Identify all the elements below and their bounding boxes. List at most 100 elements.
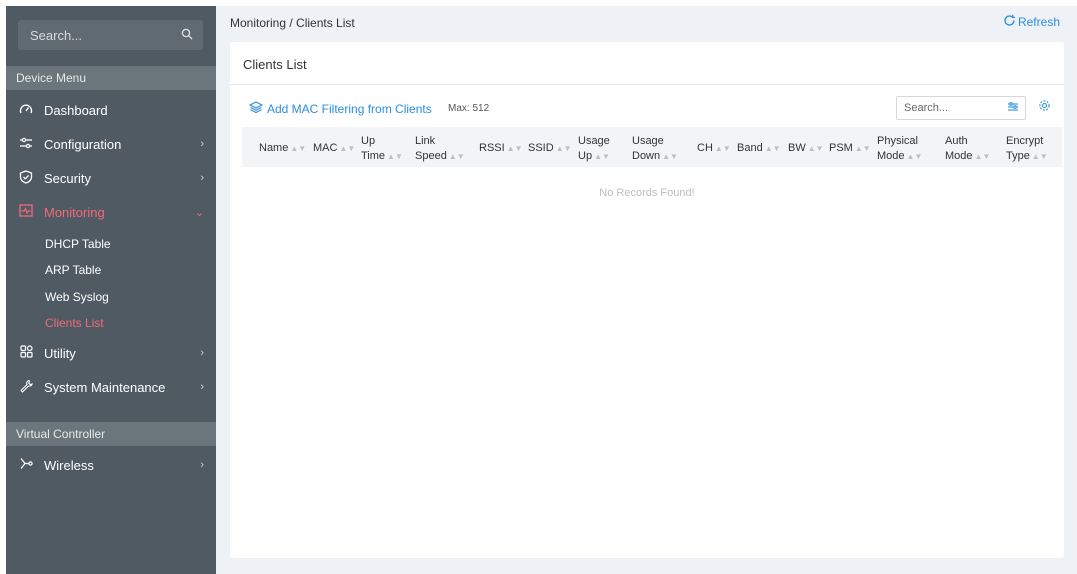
sidebar-item-monitoring[interactable]: Monitoring ⌄: [6, 197, 216, 227]
col-label: CH: [697, 142, 713, 154]
breadcrumb: Monitoring / Clients List: [230, 16, 355, 30]
sidebar-item-security[interactable]: Security ›: [6, 163, 216, 193]
search-icon[interactable]: [181, 28, 193, 43]
sidebar-item-system-maintenance[interactable]: System Maintenance ›: [6, 372, 216, 402]
col-ch[interactable]: CH ▲▼: [697, 141, 731, 156]
col-label: BW: [788, 142, 806, 154]
col-encrypt-type[interactable]: Encrypt Type ▲▼: [1006, 134, 1048, 164]
col-label: MAC: [313, 142, 338, 154]
chevron-right-icon: ›: [200, 172, 204, 184]
col-label: PSM: [829, 142, 853, 154]
table-search-input[interactable]: Search...: [896, 96, 1026, 120]
sort-icon: ▲▼: [339, 144, 356, 153]
section-virtual-controller: Virtual Controller: [6, 422, 216, 446]
chevron-right-icon: ›: [200, 381, 204, 393]
col-bw[interactable]: BW ▲▼: [788, 141, 824, 156]
add-mac-filtering-button[interactable]: Add MAC Filtering from Clients: [248, 101, 432, 116]
col-ssid[interactable]: SSID ▲▼: [528, 141, 572, 156]
col-label-2: Up: [578, 149, 593, 162]
sort-icon: ▲▼: [594, 151, 610, 161]
wrench-icon: [18, 379, 34, 396]
sidebar-item-label: Utility: [44, 345, 76, 361]
sidebar-subitem-dhcp-table[interactable]: DHCP Table: [45, 237, 111, 251]
col-label-2: Down: [632, 149, 661, 162]
col-physical-mode[interactable]: Physical Mode ▲▼: [877, 134, 922, 164]
layers-icon: [248, 101, 264, 116]
clients-list-panel: Clients List Add MAC Filtering from Clie…: [230, 42, 1064, 558]
refresh-button[interactable]: Refresh: [1003, 14, 1060, 30]
col-label: Band: [737, 142, 763, 154]
max-records-label: Max: 512: [448, 103, 490, 114]
sidebar-search-input[interactable]: Search...: [18, 20, 203, 50]
monitor-icon: [18, 204, 34, 220]
col-label: Usage: [632, 135, 664, 147]
col-auth-mode[interactable]: Auth Mode ▲▼: [945, 134, 990, 164]
grid-icon: [18, 345, 34, 361]
sort-icon: ▲▼: [290, 144, 307, 153]
sort-icon: ▲▼: [764, 144, 781, 153]
sidebar-item-label: System Maintenance: [44, 379, 166, 395]
sort-icon: ▲▼: [906, 151, 923, 161]
main-content: Monitoring / Clients List Refresh Client…: [216, 6, 1077, 574]
sort-icon: ▲▼: [387, 151, 403, 161]
sort-icon: ▲▼: [506, 144, 523, 153]
col-psm[interactable]: PSM ▲▼: [829, 141, 871, 156]
sidebar-item-label: Wireless: [44, 457, 94, 473]
sidebar: Search... Device Menu Dashboard Configur…: [6, 6, 216, 574]
col-name[interactable]: Name ▲▼: [259, 141, 306, 156]
col-link-speed[interactable]: Link Speed ▲▼: [415, 134, 465, 164]
col-label-2: Mode: [877, 149, 905, 162]
chevron-right-icon: ›: [200, 459, 204, 471]
sidebar-item-wireless[interactable]: Wireless ›: [6, 450, 216, 480]
shield-icon: [18, 169, 34, 187]
col-up-time[interactable]: Up Time ▲▼: [361, 134, 403, 164]
col-label: Usage: [578, 135, 610, 147]
table-header: Name ▲▼ MAC ▲▼ Up Time ▲▼ Link Speed ▲▼ RSSI ▲▼…: [242, 127, 1062, 167]
col-usage-down[interactable]: Usage Down ▲▼: [632, 134, 678, 164]
sidebar-item-dashboard[interactable]: Dashboard: [6, 95, 216, 125]
sliders-icon: [18, 137, 34, 152]
col-band[interactable]: Band ▲▼: [737, 141, 781, 156]
col-label: Physical: [877, 135, 918, 147]
col-usage-up[interactable]: Usage Up ▲▼: [578, 134, 610, 164]
sidebar-item-configuration[interactable]: Configuration ›: [6, 129, 216, 159]
sidebar-item-label: Monitoring: [44, 204, 105, 220]
gear-icon[interactable]: [1038, 99, 1051, 115]
sort-icon: ▲▼: [974, 151, 991, 161]
col-rssi[interactable]: RSSI ▲▼: [479, 141, 523, 156]
network-icon: [18, 457, 34, 473]
add-mac-label: Add MAC Filtering from Clients: [267, 101, 432, 116]
sort-icon: ▲▼: [555, 144, 572, 153]
sidebar-subitem-web-syslog[interactable]: Web Syslog: [45, 290, 109, 304]
sidebar-item-label: Security: [44, 170, 91, 186]
col-label: Up: [361, 135, 376, 147]
col-label-2: Mode: [945, 149, 973, 162]
chevron-right-icon: ›: [200, 138, 204, 150]
chevron-right-icon: ›: [200, 347, 204, 359]
col-label: RSSI: [479, 142, 505, 154]
sidebar-subitem-arp-table[interactable]: ARP Table: [45, 263, 101, 277]
col-label: Link: [415, 135, 436, 147]
refresh-label: Refresh: [1017, 15, 1060, 29]
sidebar-item-label: Configuration: [44, 136, 122, 152]
sort-icon: ▲▼: [807, 144, 824, 153]
col-mac[interactable]: MAC ▲▼: [313, 141, 355, 156]
sort-icon: ▲▼: [1031, 151, 1048, 161]
section-device-menu: Device Menu: [6, 66, 216, 90]
sort-icon: ▲▼: [662, 151, 678, 161]
refresh-icon: [1003, 14, 1016, 30]
col-label: Encrypt: [1006, 135, 1044, 147]
sidebar-item-utility[interactable]: Utility ›: [6, 338, 216, 368]
panel-divider: [230, 84, 1064, 85]
chevron-down-icon: ⌄: [194, 206, 204, 219]
col-label: Auth: [945, 135, 968, 147]
col-label-2: Time: [361, 149, 386, 162]
sidebar-subitem-clients-list[interactable]: Clients List: [45, 316, 104, 330]
table-search-placeholder: Search...: [904, 102, 949, 114]
sort-icon: ▲▼: [714, 144, 731, 153]
sort-icon: ▲▼: [448, 151, 465, 161]
col-label-2: Type: [1006, 149, 1030, 162]
sort-icon: ▲▼: [854, 144, 871, 153]
dashboard-icon: [18, 103, 34, 118]
filter-icon[interactable]: [1007, 101, 1019, 116]
